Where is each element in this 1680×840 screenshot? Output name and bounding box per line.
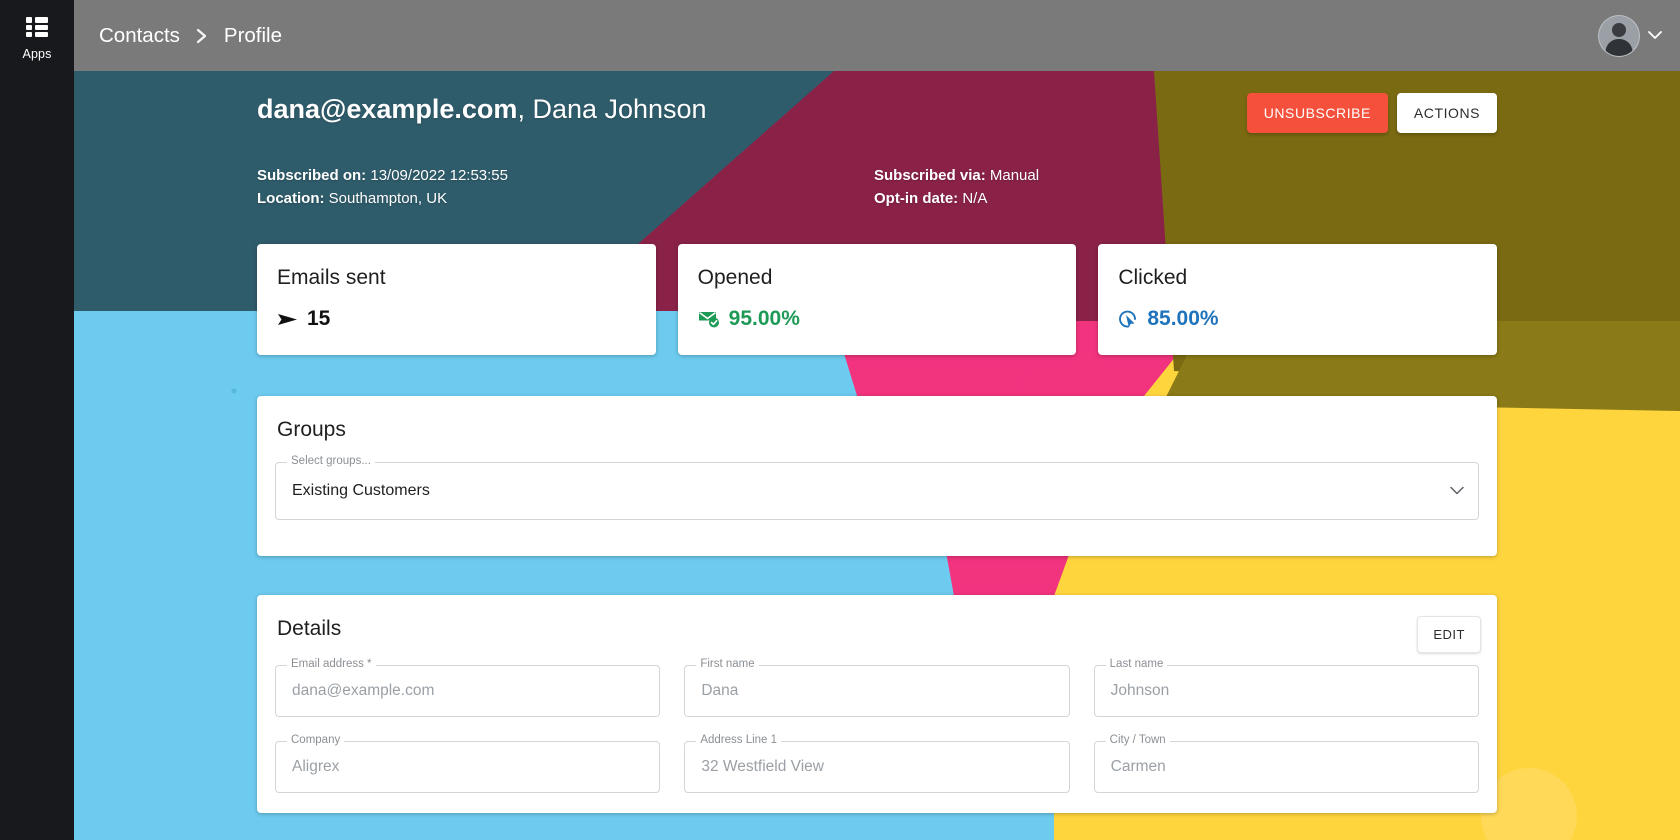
stat-value-row: 15	[277, 307, 636, 331]
details-panel: Details EDIT Email address * dana@exampl…	[257, 595, 1497, 813]
page-content: dana@example.com, Dana Johnson UNSUBSCRI…	[74, 71, 1680, 840]
stat-value-row: 95.00%	[698, 307, 1057, 331]
stat-value: 15	[307, 307, 330, 331]
left-app-rail: Apps	[0, 0, 74, 840]
app-window: Apps Contacts Profile	[0, 0, 1680, 840]
subscribed-via-label: Subscribed via:	[874, 167, 986, 184]
apps-label: Apps	[23, 47, 52, 61]
breadcrumb-contacts[interactable]: Contacts	[99, 24, 180, 48]
opt-in-date-value: N/A	[962, 190, 987, 207]
cursor-click-icon	[1118, 309, 1138, 329]
location-value: Southampton, UK	[329, 190, 447, 207]
stat-value: 95.00%	[729, 307, 800, 331]
stat-value-row: 85.00%	[1118, 307, 1477, 331]
breadcrumb-profile[interactable]: Profile	[224, 24, 282, 48]
dropdown-arrow-icon[interactable]	[1450, 482, 1464, 500]
stat-title: Emails sent	[277, 266, 636, 290]
chevron-down-icon[interactable]	[1648, 27, 1662, 45]
account-menu[interactable]	[1598, 15, 1662, 57]
subscribed-on-value: 13/09/2022 12:53:55	[370, 167, 508, 184]
send-plane-icon	[277, 311, 298, 328]
edit-button[interactable]: EDIT	[1417, 616, 1481, 653]
email-address-field[interactable]: Email address * dana@example.com	[275, 665, 660, 717]
subscribed-via-value: Manual	[990, 167, 1039, 184]
city-town-field[interactable]: City / Town Carmen	[1094, 741, 1479, 793]
user-avatar[interactable]	[1598, 15, 1640, 57]
field-value: Carmen	[1111, 758, 1166, 776]
apps-grid-icon	[24, 14, 50, 40]
field-value: Aligrex	[292, 758, 339, 776]
profile-meta-right: Subscribed via: Manual Opt-in date: N/A	[874, 165, 1491, 211]
field-legend: Address Line 1	[696, 735, 781, 747]
envelope-check-icon	[698, 310, 720, 328]
select-groups-legend: Select groups...	[287, 456, 375, 468]
field-value: Dana	[701, 682, 738, 700]
stat-card-emails-sent: Emails sent 15	[257, 244, 656, 355]
select-groups-dropdown[interactable]: Select groups... Existing Customers	[275, 462, 1479, 520]
profile-email: dana@example.com	[257, 94, 517, 124]
details-title: Details	[277, 617, 1479, 641]
field-legend: City / Town	[1106, 735, 1170, 747]
field-legend: First name	[696, 659, 758, 671]
select-groups-value: Existing Customers	[292, 482, 430, 500]
opt-in-date-row: Opt-in date: N/A	[874, 188, 1491, 211]
chevron-right-icon	[194, 27, 210, 45]
groups-panel: Groups Select groups... Existing Custome…	[257, 396, 1497, 556]
field-value: Johnson	[1111, 682, 1170, 700]
stat-card-clicked: Clicked 85.00%	[1098, 244, 1497, 355]
first-name-field[interactable]: First name Dana	[684, 665, 1069, 717]
location-label: Location:	[257, 190, 325, 207]
unsubscribe-button[interactable]: UNSUBSCRIBE	[1247, 93, 1388, 133]
profile-header: dana@example.com, Dana Johnson UNSUBSCRI…	[257, 71, 1497, 210]
breadcrumb: Contacts Profile	[99, 24, 282, 48]
profile-header-actions: UNSUBSCRIBE ACTIONS	[1247, 93, 1497, 133]
profile-name: , Dana Johnson	[517, 94, 706, 124]
subscribed-on-label: Subscribed on:	[257, 167, 366, 184]
opt-in-date-label: Opt-in date:	[874, 190, 958, 207]
details-field-grid: Email address * dana@example.com First n…	[275, 641, 1479, 793]
subscribed-via-row: Subscribed via: Manual	[874, 165, 1491, 188]
stat-cards: Emails sent 15 Opened	[257, 244, 1497, 355]
profile-meta: Subscribed on: 13/09/2022 12:53:55 Locat…	[257, 165, 1497, 211]
address-line-1-field[interactable]: Address Line 1 32 Westfield View	[684, 741, 1069, 793]
field-legend: Company	[287, 735, 344, 747]
avatar-head	[1612, 23, 1626, 37]
field-legend: Last name	[1106, 659, 1168, 671]
last-name-field[interactable]: Last name Johnson	[1094, 665, 1479, 717]
profile-meta-left: Subscribed on: 13/09/2022 12:53:55 Locat…	[257, 165, 874, 211]
stat-title: Opened	[698, 266, 1057, 290]
top-bar: Contacts Profile	[74, 0, 1680, 71]
avatar-body	[1606, 39, 1633, 57]
field-legend: Email address *	[287, 659, 376, 671]
groups-title: Groups	[277, 418, 1479, 442]
field-value: dana@example.com	[292, 682, 434, 700]
actions-button[interactable]: ACTIONS	[1397, 93, 1497, 133]
apps-button[interactable]: Apps	[0, 14, 74, 61]
field-value: 32 Westfield View	[701, 758, 824, 776]
location-row: Location: Southampton, UK	[257, 188, 874, 211]
stat-card-opened: Opened 95.00%	[678, 244, 1077, 355]
stat-value: 85.00%	[1147, 307, 1218, 331]
company-field[interactable]: Company Aligrex	[275, 741, 660, 793]
subscribed-on-row: Subscribed on: 13/09/2022 12:53:55	[257, 165, 874, 188]
stat-title: Clicked	[1118, 266, 1477, 290]
